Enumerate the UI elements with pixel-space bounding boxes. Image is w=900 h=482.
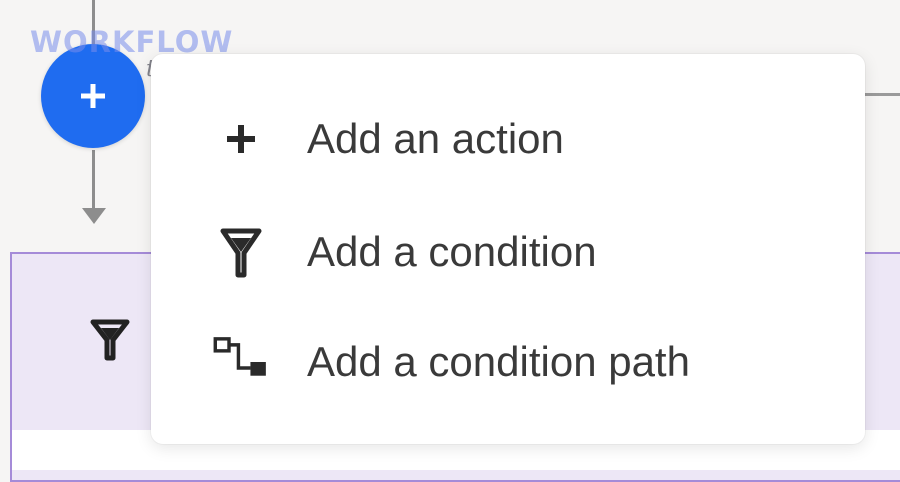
plus-icon [211,109,271,169]
add-step-button[interactable] [41,44,145,148]
menu-item-label: Add an action [307,115,564,162]
menu-item-add-condition-path[interactable]: Add a condition path [151,312,865,412]
filter-icon [211,222,271,282]
plus-icon [81,84,105,108]
menu-item-add-condition[interactable]: Add a condition [151,202,865,302]
menu-item-label: Add a condition [307,228,597,275]
branch-path-icon [211,332,271,392]
menu-item-add-action[interactable]: Add an action [151,89,865,189]
flow-connector [92,150,95,212]
filter-icon [90,319,130,361]
add-step-menu: Add an action Add a condition Add a cond… [151,54,865,444]
menu-item-label: Add a condition path [307,338,690,385]
flow-arrow-down-icon [82,208,106,224]
flow-connector-top [92,0,95,48]
flow-connector-right [860,93,900,96]
